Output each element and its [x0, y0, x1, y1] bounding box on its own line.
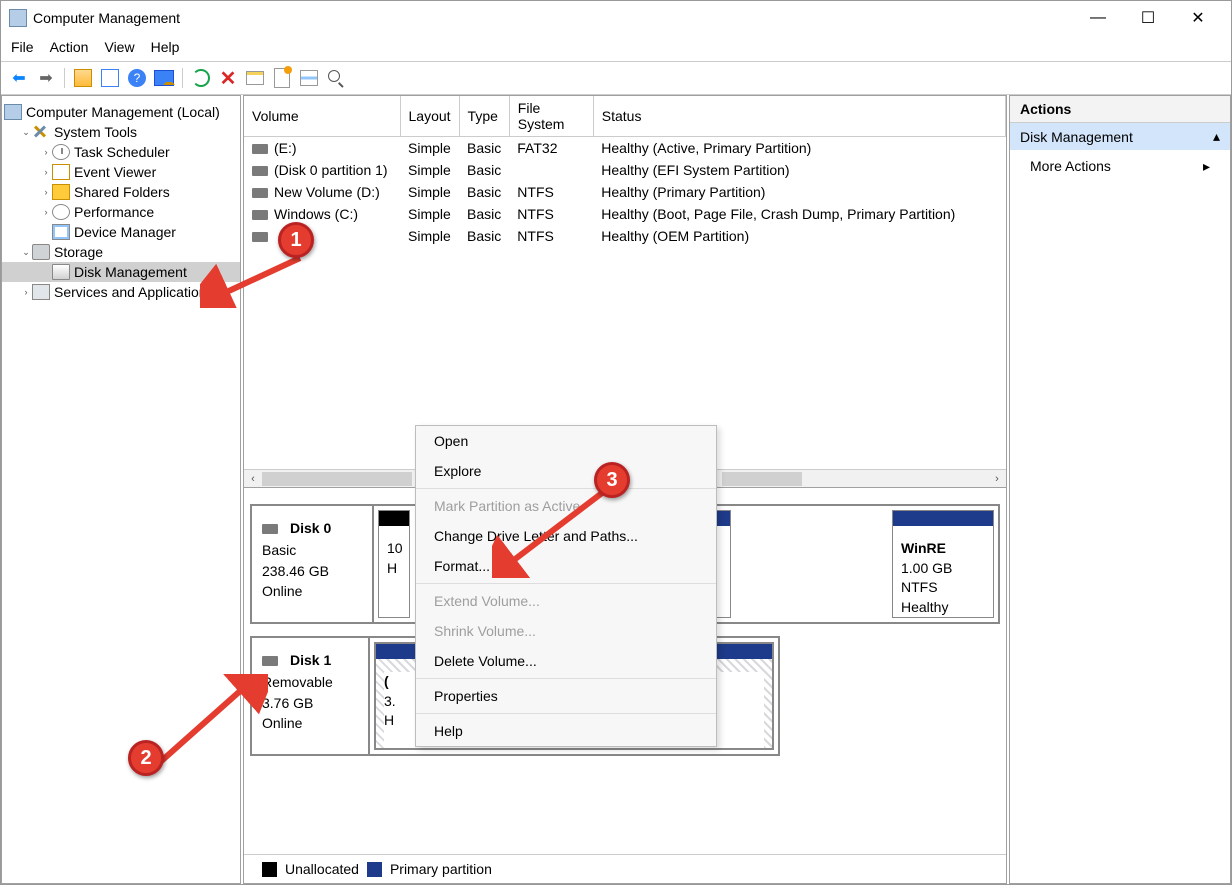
ctx-open[interactable]: Open: [416, 426, 716, 456]
annotation-arrow-1: [200, 248, 320, 308]
ctx-help[interactable]: Help: [416, 716, 716, 746]
disk-icon: [52, 264, 70, 280]
volume-row[interactable]: New Volume (D:)SimpleBasicNTFSHealthy (P…: [244, 181, 1006, 203]
legend-primary-swatch: [367, 862, 382, 877]
device-icon: [52, 224, 70, 240]
toolbar-modules-icon[interactable]: [98, 66, 122, 90]
toolbar-delete-icon[interactable]: [216, 66, 240, 90]
forward-button[interactable]: [34, 66, 58, 90]
annotation-badge-2: 2: [128, 740, 164, 776]
perf-icon: [52, 204, 70, 220]
collapse-icon: ▴: [1213, 128, 1220, 145]
ctx-delete[interactable]: Delete Volume...: [416, 646, 716, 676]
annotation-badge-3: 3: [594, 462, 630, 498]
menubar: File Action View Help: [1, 35, 1231, 62]
col-layout[interactable]: Layout: [400, 96, 459, 137]
tree-shared-folders[interactable]: ›Shared Folders: [2, 182, 240, 202]
toolbar-toggle-icon[interactable]: [152, 66, 176, 90]
annotation-arrow-2: [148, 674, 268, 774]
col-status[interactable]: Status: [593, 96, 1005, 137]
col-fs[interactable]: File System: [509, 96, 593, 137]
tree-device-manager[interactable]: Device Manager: [2, 222, 240, 242]
tools-icon: [32, 124, 50, 140]
ctx-extend: Extend Volume...: [416, 586, 716, 616]
tree-performance[interactable]: ›Performance: [2, 202, 240, 222]
toolbar-search-icon[interactable]: [324, 66, 348, 90]
maximize-button[interactable]: ☐: [1123, 3, 1173, 33]
minimize-button[interactable]: —: [1073, 3, 1123, 33]
toolbar-properties-icon[interactable]: [243, 66, 267, 90]
toolbar: [1, 62, 1231, 95]
toolbar-help-icon[interactable]: [125, 66, 149, 90]
back-button[interactable]: [7, 66, 31, 90]
clock-icon: [52, 144, 70, 160]
volume-row[interactable]: SimpleBasicNTFSHealthy (OEM Partition): [244, 225, 1006, 247]
tree-system-tools[interactable]: ⌄System Tools: [2, 122, 240, 142]
window-title: Computer Management: [33, 10, 1073, 26]
ctx-explore[interactable]: Explore: [416, 456, 716, 486]
actions-selected[interactable]: Disk Management ▴: [1010, 123, 1230, 150]
menu-view[interactable]: View: [104, 39, 134, 55]
menu-help[interactable]: Help: [151, 39, 180, 55]
folder-icon: [52, 184, 70, 200]
toolbar-refresh-icon[interactable]: [189, 66, 213, 90]
menu-file[interactable]: File: [11, 39, 34, 55]
tree-task-scheduler[interactable]: ›Task Scheduler: [2, 142, 240, 162]
volume-row[interactable]: Windows (C:)SimpleBasicNTFSHealthy (Boot…: [244, 203, 1006, 225]
actions-more[interactable]: More Actions ▸: [1010, 150, 1230, 183]
annotation-arrow-3: [492, 488, 622, 578]
app-icon: [9, 9, 27, 27]
toolbar-new-icon[interactable]: [270, 66, 294, 90]
actions-header: Actions: [1010, 96, 1230, 123]
annotation-badge-1: 1: [278, 222, 314, 258]
event-icon: [52, 164, 70, 180]
col-type[interactable]: Type: [459, 96, 509, 137]
legend-unallocated-swatch: [262, 862, 277, 877]
services-icon: [32, 284, 50, 300]
legend: Unallocated Primary partition: [244, 854, 1006, 883]
storage-icon: [32, 244, 50, 260]
chevron-right-icon: ▸: [1203, 158, 1210, 175]
close-button[interactable]: ✕: [1173, 3, 1223, 33]
ctx-properties[interactable]: Properties: [416, 681, 716, 711]
volume-row[interactable]: (Disk 0 partition 1)SimpleBasicHealthy (…: [244, 159, 1006, 181]
disk0-partition-2[interactable]: WinRE1.00 GB NTFSHealthy (OEM: [892, 510, 994, 618]
toolbar-up-icon[interactable]: [71, 66, 95, 90]
col-volume[interactable]: Volume: [244, 96, 400, 137]
partition-context-menu[interactable]: Open Explore Mark Partition as Active Ch…: [415, 425, 717, 747]
tree-event-viewer[interactable]: ›Event Viewer: [2, 162, 240, 182]
ctx-shrink: Shrink Volume...: [416, 616, 716, 646]
toolbar-list-icon[interactable]: [297, 66, 321, 90]
disk0-partition-0[interactable]: 10H: [378, 510, 410, 618]
volume-row[interactable]: (E:)SimpleBasicFAT32Healthy (Active, Pri…: [244, 137, 1006, 160]
tree-root[interactable]: Computer Management (Local): [2, 102, 240, 122]
actions-pane: Actions Disk Management ▴ More Actions ▸: [1009, 95, 1231, 884]
menu-action[interactable]: Action: [50, 39, 89, 55]
computer-icon: [4, 104, 22, 120]
